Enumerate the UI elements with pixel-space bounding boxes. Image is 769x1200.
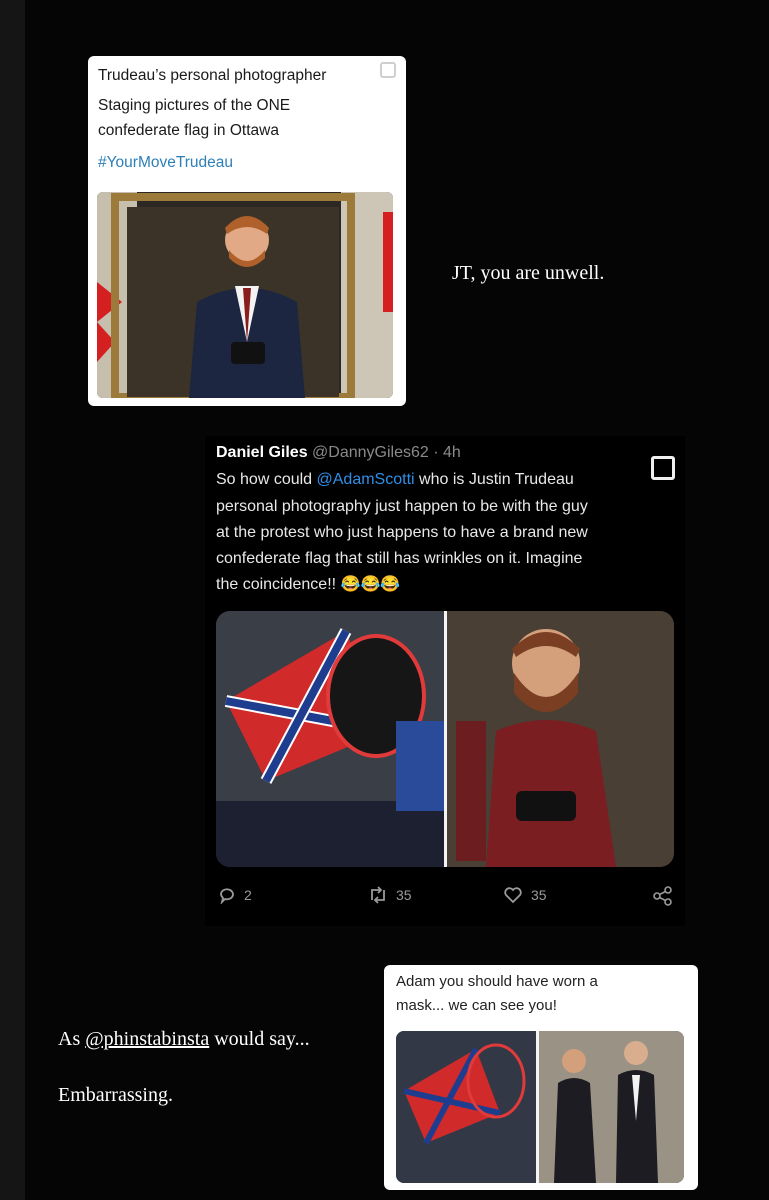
- copy-icon: [380, 62, 396, 78]
- story-caption-unwell: JT, you are unwell.: [452, 262, 605, 284]
- photographer-photo: [97, 192, 393, 398]
- tweet-media[interactable]: [216, 611, 674, 867]
- story-caption-phinstabinsta: As @phinstabinsta would say...: [58, 1028, 310, 1051]
- tweet-author[interactable]: Daniel Giles: [216, 444, 308, 461]
- left-edge-strip: [0, 0, 25, 1200]
- like-action[interactable]: 35: [503, 886, 547, 904]
- story-caption-embarrassing: Embarrassing.: [58, 1084, 173, 1106]
- card1-title: Trudeau’s personal photographer: [98, 67, 327, 84]
- tweet-handle[interactable]: @DannyGiles62: [312, 444, 429, 461]
- card3-media: [396, 1031, 684, 1183]
- tweet-time: · 4h: [433, 444, 461, 461]
- card1-hashtag[interactable]: #YourMoveTrudeau: [98, 153, 233, 173]
- tweet-header: Daniel Giles @DannyGiles62 · 4h: [216, 442, 461, 464]
- tweet-line-2: personal photography just happen to be w…: [216, 498, 588, 515]
- retweet-icon: [371, 886, 385, 904]
- card1-line3: confederate flag in Ottawa: [98, 122, 279, 139]
- tweet-mention[interactable]: @AdamScotti: [317, 471, 415, 488]
- share-action[interactable]: [653, 886, 673, 906]
- caption-prefix: As: [58, 1028, 86, 1050]
- tweet-screenshot: Daniel Giles @DannyGiles62 · 4h So how c…: [205, 436, 685, 926]
- share-icon: [653, 886, 672, 906]
- caption-suffix: would say...: [209, 1028, 310, 1050]
- card3-line1: Adam you should have worn a: [396, 973, 598, 990]
- tweet-line-4: confederate flag that still has wrinkles…: [216, 550, 583, 567]
- card1-line2: Staging pictures of the ONE: [98, 97, 291, 114]
- tweet-line-1: So how could @AdamScotti who is Justin T…: [216, 469, 574, 491]
- retweet-action[interactable]: 35: [368, 886, 412, 904]
- tweet-screenshot-card-3: Adam you should have worn a mask... we c…: [384, 965, 698, 1190]
- card3-line2: mask... we can see you!: [396, 997, 557, 1014]
- tweet-screenshot-card-1: Trudeau’s personal photographer Staging …: [88, 56, 406, 406]
- copy-icon: [651, 456, 675, 480]
- tweet-line-3: at the protest who just happens to have …: [216, 524, 588, 541]
- mention-phinstabinsta[interactable]: @phinstabinsta: [85, 1028, 209, 1050]
- reply-count: 2: [244, 887, 252, 903]
- tweet-line-1-end: who is Justin Trudeau: [414, 471, 574, 488]
- tweet-line-1-start: So how could: [216, 471, 317, 488]
- reply-action[interactable]: 2: [218, 886, 252, 904]
- tweet-line-5: the coincidence!! 😂😂😂: [216, 576, 401, 593]
- heart-icon: [504, 887, 522, 904]
- retweet-count: 35: [396, 887, 412, 903]
- like-count: 35: [531, 887, 547, 903]
- reply-icon: [220, 888, 234, 904]
